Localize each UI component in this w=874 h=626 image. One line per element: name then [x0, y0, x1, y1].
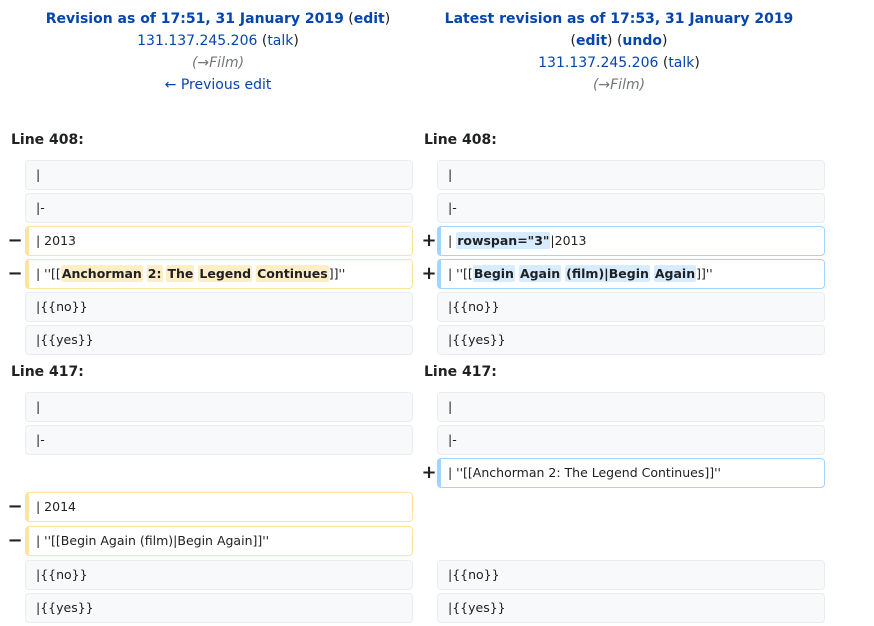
minus-marker: − — [7, 263, 23, 284]
left-revision-header: Revision as of 17:51, 31 January 2019 (e… — [0, 8, 436, 96]
context-line-left: | — [25, 160, 413, 190]
deleted-highlight: 2: — [146, 265, 163, 282]
deleted-line: | 2014 — [25, 492, 413, 522]
left-edit-link[interactable]: edit — [354, 11, 385, 27]
context-line-left: |{{no}} — [25, 560, 413, 590]
deleted-highlight: The — [166, 265, 195, 282]
minus-marker: − — [7, 230, 23, 251]
added-highlight: rowspan="3" — [456, 232, 551, 249]
line-number-right: Line 408: — [424, 132, 497, 148]
added-line: | ''[[Anchorman 2: The Legend Continues]… — [437, 458, 825, 488]
deleted-line-text: | ''[[ — [36, 266, 61, 281]
added-line: | rowspan="3"|2013 — [437, 226, 825, 256]
deleted-highlight: Continues — [256, 265, 329, 282]
context-line-right: | — [437, 160, 825, 190]
added-highlight: Again — [653, 265, 697, 282]
context-line-left: |{{yes}} — [25, 325, 413, 355]
line-number-left: Line 408: — [11, 132, 84, 148]
added-line-text: |2013 — [550, 233, 587, 248]
context-line-right: |- — [437, 425, 825, 455]
context-line-right: |{{no}} — [437, 292, 825, 322]
context-line-right: |- — [437, 193, 825, 223]
minus-marker: − — [7, 530, 23, 551]
added-line-text: ]]'' — [696, 266, 713, 281]
added-highlight: (film)|Begin — [565, 265, 650, 282]
undo-link[interactable]: undo — [622, 33, 662, 49]
context-line-left: |- — [25, 425, 413, 455]
left-user-link[interactable]: 131.137.245.206 — [137, 33, 257, 49]
right-edit-summary: (→Film) — [592, 77, 646, 93]
left-revision-title-link[interactable]: Revision as of 17:51, 31 January 2019 — [46, 11, 344, 27]
line-number-right: Line 417: — [424, 364, 497, 380]
minus-marker: − — [7, 496, 23, 517]
added-highlight: Again — [518, 265, 562, 282]
added-highlight: Begin — [472, 265, 515, 282]
plus-marker: + — [421, 462, 437, 483]
plus-marker: + — [421, 230, 437, 251]
deleted-line: | ''[[Anchorman 2: The Legend Continues]… — [25, 259, 413, 289]
deleted-highlight: Legend — [198, 265, 253, 282]
right-revision-title-link[interactable]: Latest revision as of 17:53, 31 January … — [445, 11, 794, 27]
context-line-left: |- — [25, 193, 413, 223]
context-line-right: |{{no}} — [437, 560, 825, 590]
added-line-text: | ''[[ — [448, 266, 473, 281]
context-line-right: |{{yes}} — [437, 325, 825, 355]
deleted-line: | ''[[Begin Again (film)|Begin Again]]'' — [25, 526, 413, 556]
context-line-right: |{{yes}} — [437, 593, 825, 623]
right-talk-link[interactable]: talk — [668, 55, 694, 71]
context-line-right: | — [437, 392, 825, 422]
right-revision-header: Latest revision as of 17:53, 31 January … — [414, 8, 824, 96]
plus-marker: + — [421, 263, 437, 284]
deleted-highlight: Anchorman — [60, 265, 143, 282]
context-line-left: | — [25, 392, 413, 422]
added-line: | ''[[Begin Again (film)|Begin Again]]'' — [437, 259, 825, 289]
right-user-link[interactable]: 131.137.245.206 — [538, 55, 658, 71]
line-number-left: Line 417: — [11, 364, 84, 380]
deleted-line-text: ]]'' — [328, 266, 346, 281]
left-edit-summary: (→Film) — [191, 55, 245, 71]
context-line-left: |{{no}} — [25, 292, 413, 322]
previous-edit-link[interactable]: ← Previous edit — [165, 77, 272, 93]
deleted-line: | 2013 — [25, 226, 413, 256]
context-line-left: |{{yes}} — [25, 593, 413, 623]
added-line-text: | — [448, 233, 457, 248]
left-talk-link[interactable]: talk — [267, 33, 293, 49]
right-edit-link[interactable]: edit — [576, 33, 607, 49]
